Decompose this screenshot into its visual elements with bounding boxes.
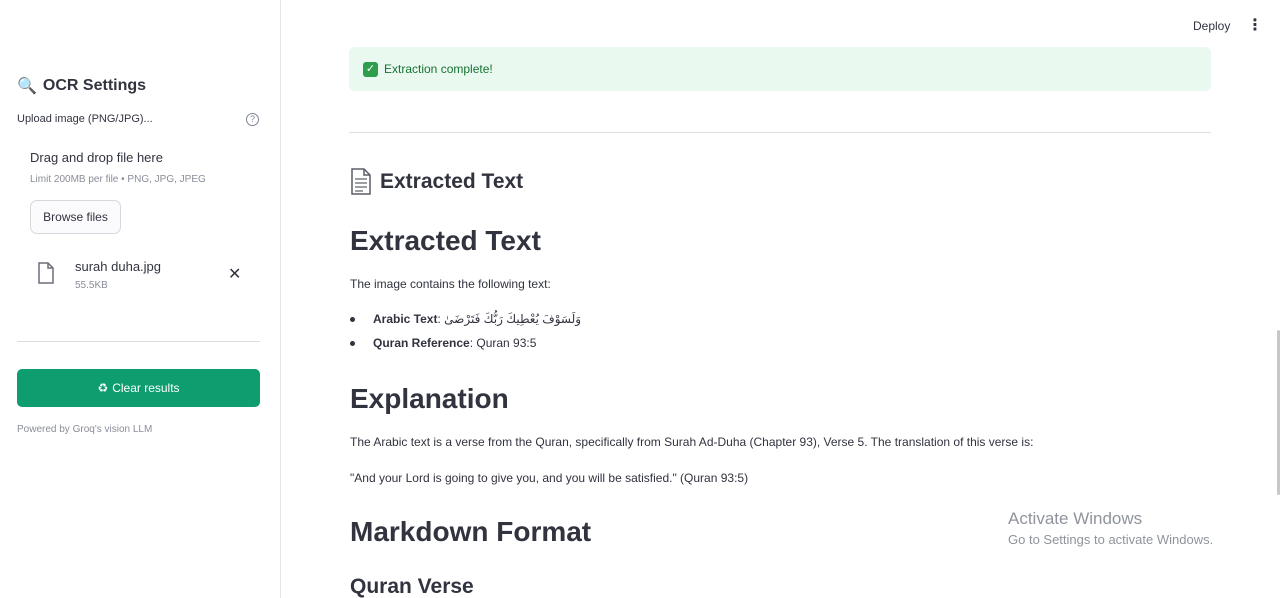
browse-files-button[interactable]: Browse files — [30, 200, 121, 234]
dropzone-text: Drag and drop file here — [30, 150, 163, 165]
file-dropzone[interactable]: Drag and drop file here Limit 200MB per … — [17, 137, 260, 245]
sidebar-title: 🔍 OCR Settings — [17, 76, 146, 96]
file-name: surah duha.jpg — [75, 259, 162, 274]
heading-quran-verse: Quran Verse — [350, 575, 474, 598]
main-divider — [349, 132, 1211, 133]
document-icon — [351, 168, 371, 195]
section-heading-text: Extracted Text — [380, 169, 524, 193]
success-text: Extraction complete! — [384, 62, 493, 76]
translation-paragraph: "And your Lord is going to give you, and… — [350, 471, 749, 485]
app: 🔍 OCR Settings Upload image (PNG/JPG)...… — [0, 0, 1280, 598]
explanation-paragraph: The Arabic text is a verse from the Qura… — [350, 435, 1034, 449]
list-item: Quran Reference : Quran 93:5 — [350, 336, 536, 350]
bullet-label: Quran Reference — [373, 336, 470, 350]
main-menu-icon[interactable]: ⋮ — [1247, 17, 1263, 35]
watermark-line-2: Go to Settings to activate Windows. — [1008, 532, 1214, 547]
magnifier-icon: 🔍 — [17, 78, 37, 95]
heading-explanation: Explanation — [350, 383, 509, 414]
file-size: 55.5KB — [75, 280, 108, 291]
bullet-dot — [350, 316, 355, 322]
file-icon — [38, 262, 54, 284]
section-heading: Extracted Text — [350, 168, 523, 195]
list-item: Arabic Text : وَلَسَوْفَ يُعْطِيكَ رَبُّ… — [350, 312, 581, 326]
bullet-label: Arabic Text — [373, 312, 438, 326]
bullet-dot — [350, 340, 355, 346]
deploy-button[interactable]: Deploy — [1193, 19, 1230, 33]
heading-extracted-text: Extracted Text — [350, 225, 541, 256]
dropzone-limit: Limit 200MB per file • PNG, JPG, JPEG — [30, 174, 206, 185]
windows-activation-watermark: Activate Windows Go to Settings to activ… — [1008, 509, 1213, 547]
clear-results-button[interactable]: ♻ Clear results — [17, 369, 260, 407]
recycle-icon: ♻ — [97, 381, 109, 395]
heading-markdown-format: Markdown Format — [350, 516, 592, 547]
success-alert: ✓ Extraction complete! — [349, 47, 1211, 91]
uploaded-file: surah duha.jpg 55.5KB ✕ — [17, 256, 260, 300]
sidebar-divider — [17, 341, 260, 342]
sidebar-title-text: OCR Settings — [42, 77, 147, 94]
bullet-value: : Quran 93:5 — [469, 336, 537, 350]
check-icon: ✓ — [363, 61, 378, 77]
bullet-value: : وَلَسَوْفَ يُعْطِيكَ رَبُّكَ فَتَرْضَى… — [437, 312, 582, 326]
watermark-line-1: Activate Windows — [1008, 509, 1143, 528]
powered-by: Powered by Groq's vision LLM — [17, 424, 153, 435]
upload-label: Upload image (PNG/JPG)... — [17, 113, 153, 125]
clear-results-label: Clear results — [112, 381, 180, 395]
sidebar: 🔍 OCR Settings Upload image (PNG/JPG)...… — [0, 0, 281, 598]
intro-paragraph: The image contains the following text: — [350, 277, 551, 291]
close-icon[interactable]: ✕ — [228, 264, 241, 284]
help-icon[interactable]: ? — [246, 113, 259, 126]
